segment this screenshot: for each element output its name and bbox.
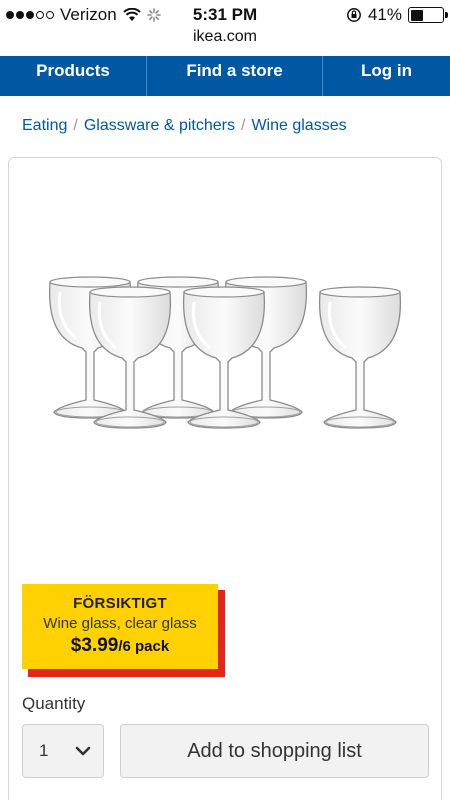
breadcrumb: Eating / Glassware & pitchers / Wine gla… bbox=[22, 117, 347, 135]
status-right: 41% bbox=[346, 5, 448, 25]
quantity-select[interactable]: 1 bbox=[22, 724, 104, 778]
nav-log-in[interactable]: Log in bbox=[323, 56, 450, 96]
product-image[interactable] bbox=[40, 270, 410, 460]
wine-glass-right bbox=[318, 285, 402, 430]
add-to-shopping-list-button[interactable]: Add to shopping list bbox=[120, 724, 429, 778]
product-price: $3.99 bbox=[70, 635, 119, 656]
product-name: FÖRSIKTIGT bbox=[73, 595, 167, 612]
battery-percent: 41% bbox=[367, 5, 402, 24]
wifi-icon bbox=[123, 8, 141, 21]
breadcrumb-eating[interactable]: Eating bbox=[22, 117, 67, 135]
product-unit: /6 pack bbox=[118, 638, 170, 655]
quantity-label: Quantity bbox=[22, 694, 86, 713]
nav-products[interactable]: Products bbox=[0, 56, 147, 96]
breadcrumb-glassware[interactable]: Glassware & pitchers bbox=[84, 117, 235, 135]
status-bar: Verizon 5:31 PM 41% bbox=[0, 0, 450, 30]
breadcrumb-wine-glasses[interactable]: Wine glasses bbox=[251, 117, 346, 135]
quantity-value: 1 bbox=[39, 741, 49, 760]
product-price-line: $3.99/6 pack bbox=[22, 635, 218, 657]
chevron-down-icon bbox=[75, 746, 91, 756]
orientation-lock-icon bbox=[347, 8, 361, 22]
main-nav: Products Find a store Log in bbox=[0, 56, 450, 96]
battery-icon bbox=[408, 7, 448, 23]
breadcrumb-separator: / bbox=[73, 117, 78, 134]
breadcrumb-separator: / bbox=[241, 117, 246, 134]
url-bar[interactable]: ikea.com bbox=[0, 28, 450, 46]
signal-icon bbox=[6, 11, 54, 19]
product-description: Wine glass, clear glass bbox=[43, 615, 197, 632]
carrier-label: Verizon bbox=[60, 5, 117, 24]
activity-spinner-icon bbox=[146, 8, 161, 22]
price-tag: FÖRSIKTIGT Wine glass, clear glass $3.99… bbox=[22, 584, 218, 669]
status-left: Verizon bbox=[6, 5, 176, 25]
nav-find-a-store[interactable]: Find a store bbox=[147, 56, 323, 96]
